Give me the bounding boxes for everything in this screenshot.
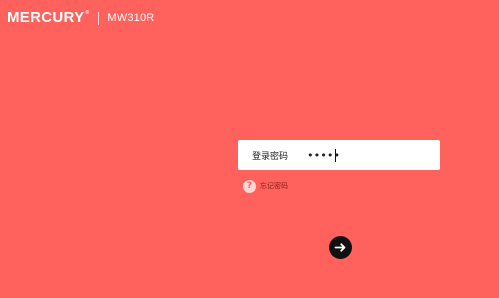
brand-logo-text: MERCURY <box>7 9 85 26</box>
brand-logo: MERCURY® <box>7 10 89 26</box>
login-page: MERCURY® MW310R 登录密码 ? 忘记密码 <box>0 0 499 298</box>
question-icon: ? <box>243 180 256 193</box>
password-input-box[interactable]: 登录密码 <box>238 140 440 170</box>
device-model: MW310R <box>107 12 155 24</box>
brand-header: MERCURY® MW310R <box>7 10 154 26</box>
trademark-mark: ® <box>85 10 90 16</box>
login-submit-button[interactable] <box>329 236 352 259</box>
arrow-right-icon <box>334 243 346 252</box>
header-divider <box>98 11 100 25</box>
password-label: 登录密码 <box>252 151 289 162</box>
forgot-password-link[interactable]: ? 忘记密码 <box>243 180 288 193</box>
forgot-password-label[interactable]: 忘记密码 <box>260 182 288 191</box>
text-cursor <box>335 148 336 162</box>
password-field[interactable] <box>307 148 425 162</box>
